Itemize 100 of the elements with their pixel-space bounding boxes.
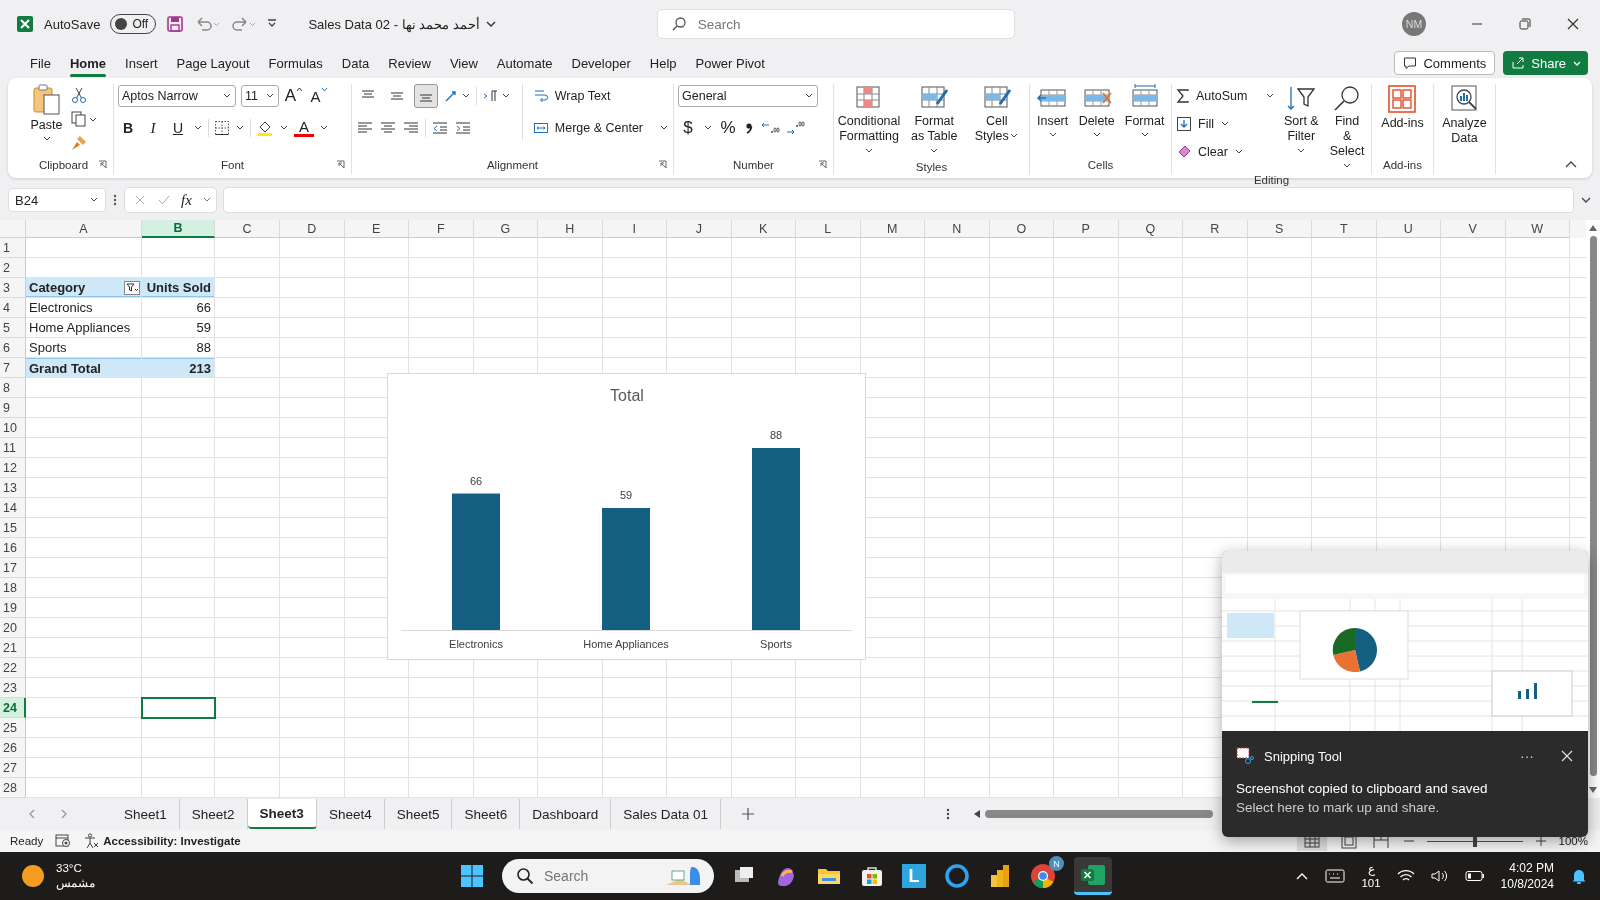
comments-button[interactable]: Comments — [1394, 51, 1496, 75]
more-options-button[interactable]: ··· — [1520, 748, 1534, 764]
percent-button[interactable]: % — [718, 117, 738, 139]
fill-button[interactable]: Fill — [1176, 112, 1276, 136]
row-header[interactable]: 12 — [0, 458, 26, 478]
row-header[interactable]: 24 — [0, 698, 26, 718]
row-header[interactable]: 9 — [0, 398, 26, 418]
accessibility-button[interactable]: Accessibility: Investigate — [83, 833, 241, 849]
row-header[interactable]: 19 — [0, 598, 26, 618]
sheet-tab[interactable]: Sheet3 — [247, 799, 317, 829]
table-cell-text: 66 — [195, 299, 212, 317]
row-header[interactable]: 14 — [0, 498, 26, 518]
row-header[interactable]: 7 — [0, 358, 26, 378]
styles-button[interactable]: Cell Styles — [968, 84, 1025, 144]
shrink-font-button[interactable]: A — [309, 85, 329, 107]
row-header[interactable]: 6 — [0, 338, 26, 358]
row-header[interactable]: 2 — [0, 258, 26, 278]
sheet-tab[interactable]: Sheet1 — [112, 799, 180, 829]
add-ins-button[interactable]: Add-ins — [1379, 84, 1426, 131]
name-box[interactable]: B24 — [8, 188, 106, 212]
row-header[interactable]: 17 — [0, 558, 26, 578]
ribbon-tab[interactable]: Review — [379, 51, 440, 75]
paste-button[interactable]: Paste — [28, 84, 65, 143]
ribbon-tab[interactable]: Formulas — [259, 51, 332, 75]
notification-toast[interactable]: Snipping Tool ··· Screenshot copied to clipboard and saved Select here to mark up and share. — [1222, 551, 1588, 837]
row-header[interactable]: 20 — [0, 618, 26, 638]
row-header[interactable]: 13 — [0, 478, 26, 498]
row-header[interactable]: 15 — [0, 518, 26, 538]
row-header[interactable]: 27 — [0, 758, 26, 778]
row-header[interactable]: 25 — [0, 718, 26, 738]
notification-badge: N — [1049, 856, 1064, 871]
styles-button[interactable]: Format as Table — [906, 84, 963, 159]
ribbon-tab[interactable]: File — [21, 51, 60, 75]
find-select-button[interactable]: Find & Select — [1327, 84, 1367, 174]
taskbar-search-field[interactable]: Search — [502, 859, 714, 893]
font-size-dropdown[interactable]: 11 — [241, 85, 279, 107]
font-color-button[interactable]: A — [294, 119, 314, 137]
row-header[interactable]: 3 — [0, 278, 26, 298]
grow-font-button[interactable]: A — [284, 85, 304, 107]
group-label: Alignment — [486, 159, 539, 171]
document-title[interactable]: Sales Data 02 - أحمد محمد نها — [308, 16, 497, 32]
ribbon-tab[interactable]: Power Pivot — [686, 51, 774, 75]
table-cell: Units Sold — [142, 278, 214, 297]
sheet-tab[interactable]: Dashboard — [520, 799, 612, 829]
zoom-level[interactable]: 100% — [1558, 835, 1588, 847]
ribbon-tab[interactable]: Insert — [116, 51, 167, 75]
ribbon-tab[interactable]: View — [440, 51, 487, 75]
row-header[interactable]: 4 — [0, 298, 26, 318]
ribbon-tab[interactable]: Help — [640, 51, 686, 75]
cells-button[interactable]: Insert — [1034, 84, 1071, 139]
ribbon-tab[interactable]: Page Layout — [167, 51, 259, 75]
row-header[interactable]: 16 — [0, 538, 26, 558]
clear-button[interactable]: Clear — [1176, 140, 1276, 164]
cells-button[interactable]: Delete — [1076, 84, 1117, 139]
data-label: 66 — [469, 474, 483, 487]
group-label: Styles — [915, 160, 948, 173]
row-header[interactable]: 5 — [0, 318, 26, 338]
row-header[interactable]: 22 — [0, 658, 26, 678]
styles-button[interactable]: Conditional Formatting — [838, 84, 900, 159]
axis-label: Sports — [760, 638, 792, 650]
ribbon-tab[interactable]: Automate — [487, 51, 562, 75]
autosave-label: AutoSave — [44, 16, 101, 32]
autosum-button[interactable]: AutoSum — [1176, 84, 1276, 108]
underline-button[interactable]: U — [168, 117, 188, 139]
currency-button[interactable]: $ — [678, 117, 698, 139]
sheet-tab[interactable]: Sheet2 — [179, 799, 248, 829]
italic-button[interactable]: I — [143, 117, 163, 139]
row-header[interactable]: 11 — [0, 438, 26, 458]
analyze-data-button[interactable]: Analyze Data — [1438, 84, 1491, 146]
bold-button[interactable]: B — [118, 117, 138, 139]
wrap-text-button[interactable]: Wrap Text — [532, 84, 669, 108]
row-header[interactable]: 8 — [0, 378, 26, 398]
row-header[interactable]: 1 — [0, 238, 26, 258]
data-label: 59 — [619, 489, 633, 501]
row-header[interactable]: 28 — [0, 778, 26, 798]
merge-center-button[interactable]: Merge & Center — [532, 116, 669, 140]
sheet-tab[interactable]: Sheet5 — [384, 799, 453, 829]
chart-card[interactable]: Total 66 59 88 Electronics Home Appliances Sports — [387, 373, 866, 660]
font-name-dropdown[interactable]: Aptos Narrow — [118, 85, 236, 107]
ribbon-tab[interactable]: Developer — [562, 51, 640, 75]
chart-title: Total — [610, 387, 644, 404]
temperature: 33°C — [56, 861, 83, 876]
sheet-tab[interactable]: Sales Data 01 — [611, 799, 722, 829]
column-header[interactable]: B — [142, 220, 215, 238]
row-header[interactable]: 10 — [0, 418, 26, 438]
ribbon-tab[interactable]: Home — [60, 51, 116, 75]
number-format-dropdown[interactable]: General — [678, 85, 818, 107]
ribbon-tab[interactable]: Data — [332, 51, 379, 75]
insert-function-button[interactable]: fx — [181, 191, 192, 209]
sort-filter-button[interactable]: Sort & Filter — [1281, 84, 1322, 159]
row-header[interactable]: 23 — [0, 678, 26, 698]
sheet-tab[interactable]: Sheet4 — [316, 799, 385, 829]
row-header[interactable]: 18 — [0, 578, 26, 598]
cells-button[interactable]: Format — [1122, 84, 1167, 139]
search-field[interactable]: Search — [656, 9, 1015, 39]
row-header[interactable]: 21 — [0, 638, 26, 658]
clock[interactable]: 4:02 PM 10/8/2024 — [1500, 860, 1554, 892]
row-header[interactable]: 26 — [0, 738, 26, 758]
sheet-tab[interactable]: Sheet6 — [452, 799, 521, 829]
share-button[interactable]: Share — [1503, 51, 1588, 75]
